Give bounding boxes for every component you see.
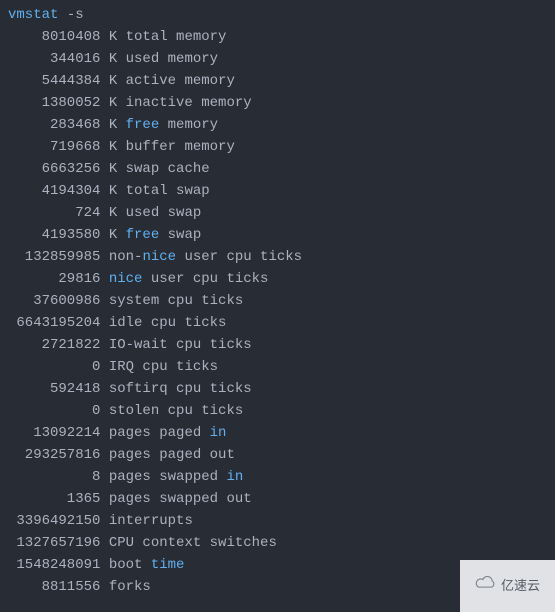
stat-value: 724 K	[8, 205, 126, 221]
stat-value: 283468 K	[8, 117, 126, 133]
output-line: 344016 K used memory	[0, 48, 555, 70]
output-line: 8 pages swapped in	[0, 466, 555, 488]
output-line: 29816 nice user cpu ticks	[0, 268, 555, 290]
command-line: vmstat -s	[0, 4, 555, 26]
output-line: 13092214 pages paged in	[0, 422, 555, 444]
output-line: 592418 softirq cpu ticks	[0, 378, 555, 400]
stat-label-pre: pages paged out	[109, 447, 235, 463]
output-line: 37600986 system cpu ticks	[0, 290, 555, 312]
stat-label-pre: pages swapped out	[109, 491, 252, 507]
stat-label-pre: pages swapped	[109, 469, 227, 485]
cloud-icon	[475, 575, 497, 597]
stat-value: 4194304 K	[8, 183, 126, 199]
output-line: 5444384 K active memory	[0, 70, 555, 92]
output-line: 719668 K buffer memory	[0, 136, 555, 158]
stat-label-pre: total	[126, 183, 176, 199]
stat-label-pre: non-	[109, 249, 143, 265]
stat-label-pre: CPU context switches	[109, 535, 277, 551]
stat-label-post: memory	[168, 51, 218, 67]
stat-label-post: memory	[184, 73, 234, 89]
command-arg: -s	[58, 7, 83, 23]
stat-value: 4193580 K	[8, 227, 126, 243]
output-line: 1365 pages swapped out	[0, 488, 555, 510]
stat-value: 344016 K	[8, 51, 126, 67]
stat-value: 0	[8, 359, 109, 375]
stat-value: 6643195204	[8, 315, 109, 331]
stat-value: 37600986	[8, 293, 109, 309]
stat-value: 592418	[8, 381, 109, 397]
stat-value: 719668 K	[8, 139, 126, 155]
stat-label-pre: total	[126, 29, 176, 45]
stat-label-post: memory	[184, 139, 234, 155]
stat-label-pre: forks	[109, 579, 151, 595]
stat-label-post: cache	[168, 161, 210, 177]
output-line: 1380052 K inactive memory	[0, 92, 555, 114]
stat-label-pre: inactive	[126, 95, 202, 111]
stat-label-pre: active	[126, 73, 185, 89]
output-line: 283468 K free memory	[0, 114, 555, 136]
stat-label-post: swap	[168, 205, 202, 221]
stat-label-pre: boot	[109, 557, 151, 573]
watermark-badge: 亿速云	[460, 560, 555, 612]
stat-label-highlight: nice	[109, 271, 143, 287]
stat-value: 5444384 K	[8, 73, 126, 89]
output-line: 6663256 K swap cache	[0, 158, 555, 180]
stat-label-highlight: in	[226, 469, 243, 485]
stat-label-pre: pages paged	[109, 425, 210, 441]
stat-label-pre: buffer	[126, 139, 185, 155]
watermark-text: 亿速云	[501, 575, 540, 597]
stat-label-post: memory	[176, 29, 226, 45]
stat-label-pre: IRQ cpu ticks	[109, 359, 218, 375]
output-line: 6643195204 idle cpu ticks	[0, 312, 555, 334]
output-line: 2721822 IO-wait cpu ticks	[0, 334, 555, 356]
stat-value: 1365	[8, 491, 109, 507]
stat-value: 0	[8, 403, 109, 419]
stat-label-pre: interrupts	[109, 513, 193, 529]
terminal-output: vmstat -s 8010408 K total memory 344016 …	[0, 4, 555, 598]
stat-label-highlight: time	[151, 557, 185, 573]
stat-label-post: swap	[159, 227, 201, 243]
stat-value: 29816	[8, 271, 109, 287]
stat-label-pre: softirq cpu ticks	[109, 381, 252, 397]
stat-value: 6663256 K	[8, 161, 126, 177]
stat-label-pre: stolen cpu ticks	[109, 403, 243, 419]
output-line: 4193580 K free swap	[0, 224, 555, 246]
stat-label-post: user cpu ticks	[142, 271, 268, 287]
output-line: 724 K used swap	[0, 202, 555, 224]
output-line: 3396492150 interrupts	[0, 510, 555, 532]
output-line: 0 stolen cpu ticks	[0, 400, 555, 422]
output-line: 293257816 pages paged out	[0, 444, 555, 466]
stat-value: 1548248091	[8, 557, 109, 573]
stat-label-pre: swap	[126, 161, 168, 177]
stat-label-pre: IO-wait cpu ticks	[109, 337, 252, 353]
stat-value: 293257816	[8, 447, 109, 463]
stat-value: 132859985	[8, 249, 109, 265]
stat-label-post: user cpu ticks	[176, 249, 302, 265]
stat-label-highlight: free	[126, 117, 160, 133]
stat-value: 1327657196	[8, 535, 109, 551]
stat-label-highlight: nice	[142, 249, 176, 265]
output-line: 4194304 K total swap	[0, 180, 555, 202]
stat-label-post: swap	[176, 183, 210, 199]
stat-value: 8	[8, 469, 109, 485]
output-line: 132859985 non-nice user cpu ticks	[0, 246, 555, 268]
stat-label-pre: system cpu ticks	[109, 293, 243, 309]
stat-label-pre: idle cpu ticks	[109, 315, 227, 331]
stat-label-pre: used	[126, 51, 168, 67]
stat-label-pre: used	[126, 205, 168, 221]
output-line: 8010408 K total memory	[0, 26, 555, 48]
output-line: 1327657196 CPU context switches	[0, 532, 555, 554]
stat-value: 3396492150	[8, 513, 109, 529]
command-name: vmstat	[8, 7, 58, 23]
stat-label-post: memory	[201, 95, 251, 111]
stat-label-highlight: free	[126, 227, 160, 243]
stat-label-highlight: in	[210, 425, 227, 441]
stat-value: 1380052 K	[8, 95, 126, 111]
stat-value: 8811556	[8, 579, 109, 595]
stat-value: 8010408 K	[8, 29, 126, 45]
stat-value: 2721822	[8, 337, 109, 353]
stat-value: 13092214	[8, 425, 109, 441]
output-line: 0 IRQ cpu ticks	[0, 356, 555, 378]
stat-label-post: memory	[159, 117, 218, 133]
